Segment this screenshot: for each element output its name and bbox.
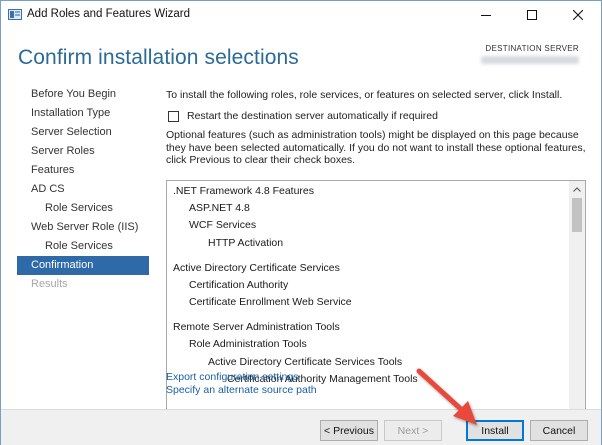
sidebar-item-ad-cs[interactable]: AD CS xyxy=(17,180,149,199)
wizard-window: Add Roles and Features Wizard Confirm in… xyxy=(0,0,602,445)
sidebar-item-results: Results xyxy=(31,278,68,290)
alternate-source-link[interactable]: Specify an alternate source path xyxy=(166,384,317,397)
sidebar-item-server-selection[interactable]: Server Selection xyxy=(17,123,149,142)
close-icon xyxy=(573,10,583,20)
wizard-navigation: Before You Begin Installation Type Server … xyxy=(17,85,149,294)
window-title: Add Roles and Features Wizard xyxy=(27,8,190,20)
page-title: Confirm installation selections xyxy=(18,46,299,69)
sidebar-item-installation-type[interactable]: Installation Type xyxy=(17,104,149,123)
restart-checkbox[interactable] xyxy=(168,110,179,122)
sidebar-item-before-you-begin[interactable]: Before You Begin xyxy=(17,85,149,104)
feature-item: Active Directory Certificate Services To… xyxy=(208,355,403,368)
sidebar-item-web-server-role-iis[interactable]: Web Server Role (IIS) xyxy=(17,218,149,237)
install-button[interactable]: Install xyxy=(466,420,524,441)
next-button[interactable]: Next > xyxy=(384,420,442,441)
server-manager-icon xyxy=(8,8,22,21)
feature-item: Remote Server Administration Tools xyxy=(173,321,340,334)
feature-item: WCF Services xyxy=(189,219,257,232)
feature-item: Role Administration Tools xyxy=(189,338,307,351)
intro-text: To install the following roles, role ser… xyxy=(166,89,563,101)
feature-item: ASP.NET 4.8 xyxy=(189,202,250,214)
feature-item: Certificate Enrollment Web Service xyxy=(189,296,352,309)
optional-features-note: Optional features (such as administratio… xyxy=(166,129,586,166)
config-links: Export configuration settings Specify an… xyxy=(166,371,317,397)
export-configuration-link[interactable]: Export configuration settings xyxy=(166,371,317,384)
sidebar-item-confirmation[interactable]: Confirmation xyxy=(17,256,149,275)
restart-option[interactable]: Restart the destination server automatic… xyxy=(168,110,438,122)
sidebar-item-features[interactable]: Features xyxy=(17,161,149,180)
feature-item: Certification Authority xyxy=(189,278,289,291)
feature-item: Active Directory Certificate Services xyxy=(173,261,340,274)
title-bar: Add Roles and Features Wizard xyxy=(1,1,601,29)
selected-features-list[interactable]: .NET Framework 4.8 Features ASP.NET 4.8 WC… xyxy=(166,180,586,442)
features-scrollbar[interactable] xyxy=(569,181,585,441)
destination-server-label: DESTINATION SERVER xyxy=(485,44,579,53)
scroll-up-button[interactable] xyxy=(569,181,585,197)
sidebar-item-server-roles[interactable]: Server Roles xyxy=(17,142,149,161)
feature-item: HTTP Activation xyxy=(208,236,284,249)
wizard-header: Confirm installation selections DESTINAT… xyxy=(1,29,601,85)
previous-button[interactable]: < Previous xyxy=(320,420,378,441)
chevron-up-icon xyxy=(573,186,581,192)
wizard-footer: < Previous Next > Install Cancel xyxy=(1,410,601,445)
sidebar-item-role-services[interactable]: Role Services xyxy=(17,199,149,218)
minimize-button[interactable] xyxy=(463,1,509,29)
destination-server-value-redacted xyxy=(481,56,579,64)
restart-checkbox-label[interactable]: Restart the destination server automatic… xyxy=(187,110,438,122)
cancel-button[interactable]: Cancel xyxy=(530,420,588,441)
maximize-icon xyxy=(527,10,537,20)
feature-item: .NET Framework 4.8 Features xyxy=(173,185,315,197)
scroll-thumb[interactable] xyxy=(572,198,582,232)
features-list-content: .NET Framework 4.8 Features ASP.NET 4.8 WC… xyxy=(167,181,570,441)
maximize-button[interactable] xyxy=(509,1,555,29)
sidebar-item-role-services[interactable]: Role Services xyxy=(17,237,149,256)
minimize-icon xyxy=(481,15,491,16)
close-button[interactable] xyxy=(555,1,601,29)
